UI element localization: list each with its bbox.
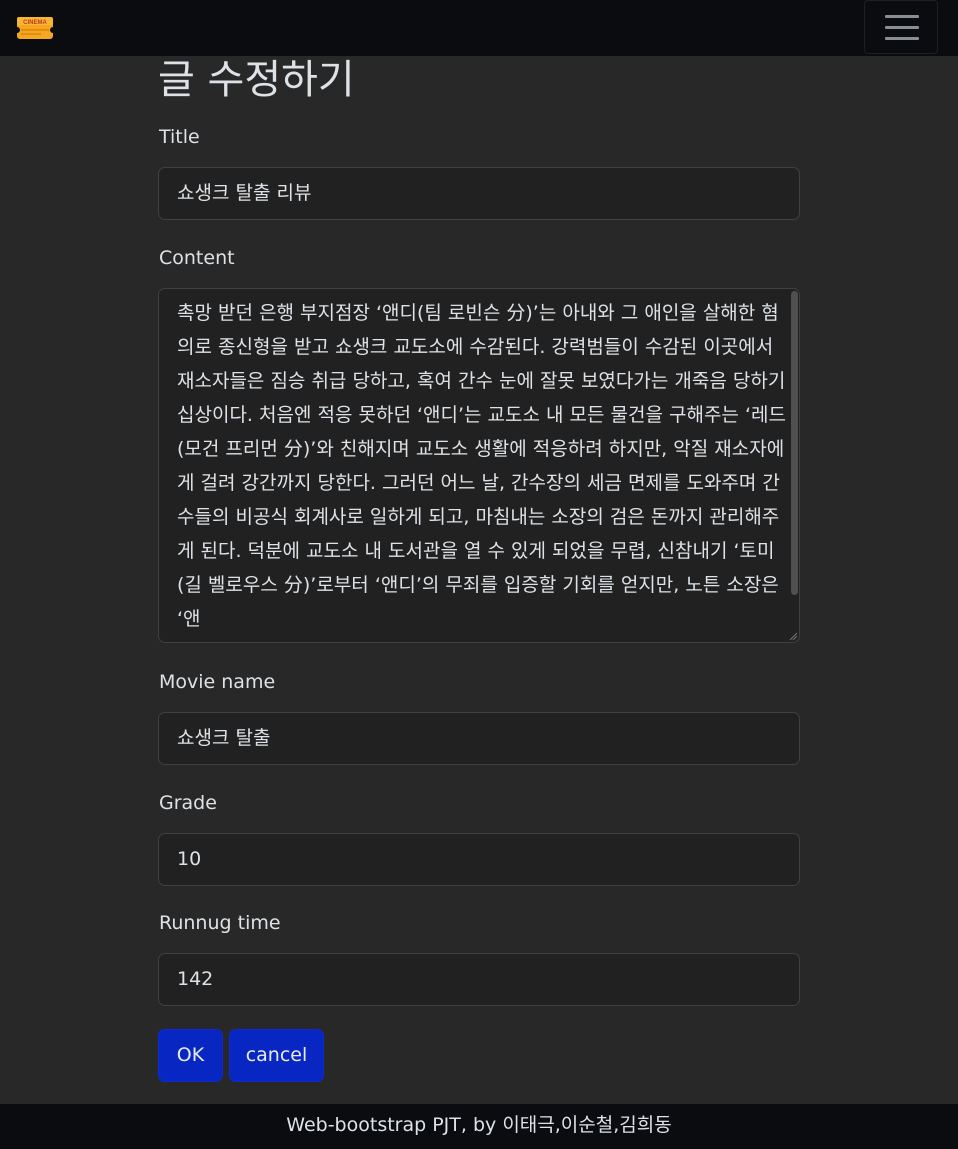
ticket-icon[interactable]: CINEMA xyxy=(16,15,54,41)
content-text: 촉망 받던 은행 부지점장 ‘앤디(팀 로빈슨 分)’는 아내와 그 애인을 살… xyxy=(177,302,792,630)
grade-label: Grade xyxy=(159,792,217,814)
movie-name-input[interactable]: 쇼생크 탈출 xyxy=(158,712,800,765)
footer: Web-bootstrap PJT, by 이태극,이순철,김희동 xyxy=(0,1104,958,1149)
footer-text: Web-bootstrap PJT, by 이태극,이순철,김희동 xyxy=(286,1114,672,1136)
content-label: Content xyxy=(159,247,235,269)
running-time-label: Runnug time xyxy=(159,912,281,934)
hamburger-menu-icon xyxy=(885,15,919,18)
content-textarea[interactable]: 촉망 받던 은행 부지점장 ‘앤디(팀 로빈슨 分)’는 아내와 그 애인을 살… xyxy=(158,288,800,643)
grade-input[interactable]: 10 xyxy=(158,833,800,886)
hamburger-menu-icon-bar xyxy=(885,26,919,29)
navbar-toggle-button[interactable] xyxy=(864,0,938,54)
cancel-button[interactable]: cancel xyxy=(229,1029,324,1082)
running-time-input[interactable]: 142 xyxy=(158,953,800,1006)
page-title: 글 수정하기 xyxy=(158,57,355,103)
ok-button[interactable]: OK xyxy=(158,1029,223,1082)
logo-text: CINEMA xyxy=(23,20,47,26)
title-input[interactable]: 쇼생크 탈출 리뷰 xyxy=(158,167,800,220)
movie-name-label: Movie name xyxy=(159,671,276,693)
title-label: Title xyxy=(159,126,200,148)
resize-handle-icon[interactable] xyxy=(788,631,798,641)
textarea-scrollbar[interactable] xyxy=(791,291,798,595)
navbar: CINEMA xyxy=(0,0,958,56)
hamburger-menu-icon-bar xyxy=(885,37,919,40)
